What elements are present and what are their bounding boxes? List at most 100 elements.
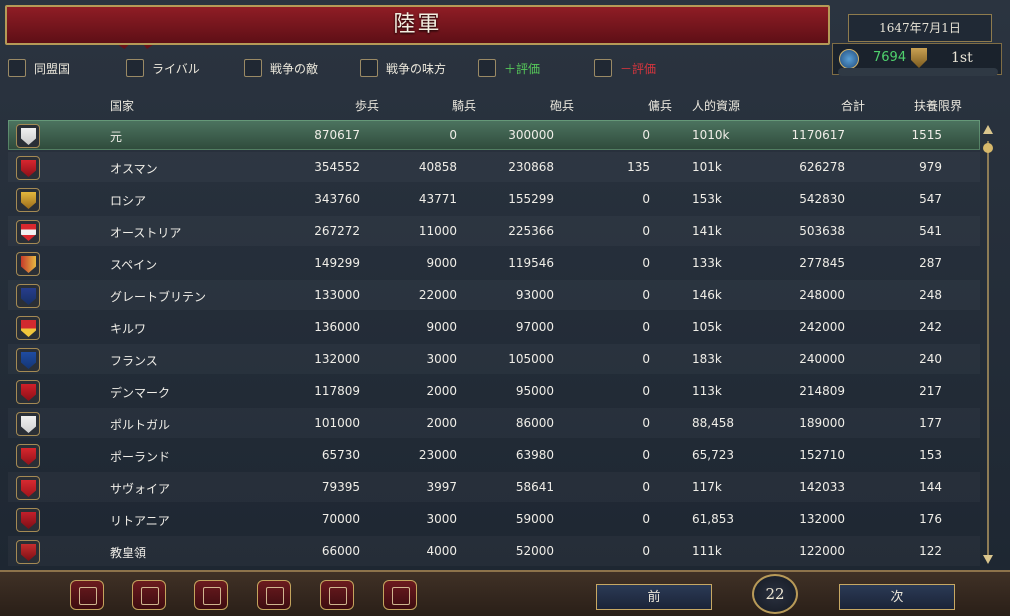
scroll-track[interactable] <box>987 141 989 561</box>
cell-country[interactable]: 教皇領 <box>110 544 146 561</box>
flag-button[interactable] <box>132 580 166 610</box>
cell-country[interactable]: グレートブリテン <box>110 288 206 305</box>
cell-total: 503638 <box>799 224 845 238</box>
filter-war-allies[interactable]: 戦争の味方 <box>360 56 446 80</box>
cell-infantry: 870617 <box>314 128 360 142</box>
positive-opinion-label: ＋評価 <box>504 61 541 76</box>
scroll-up-arrow-icon[interactable] <box>983 125 993 134</box>
flag-frame[interactable] <box>16 540 40 564</box>
table-row[interactable]: キルワ 136000 9000 97000 0 105k 242000 242 <box>8 312 980 342</box>
flag-frame[interactable] <box>16 156 40 180</box>
swords-icon <box>203 587 221 605</box>
cell-infantry: 136000 <box>314 320 360 334</box>
table-row[interactable]: オスマン 354552 40858 230868 135 101k 626278 979 <box>8 152 980 182</box>
flag-frame[interactable] <box>16 508 40 532</box>
filter-rivals[interactable]: ライバル <box>126 56 200 80</box>
header-country[interactable]: 国家 <box>110 97 134 114</box>
table-row[interactable]: オーストリア 267272 11000 225366 0 141k 503638 541 <box>8 216 980 246</box>
cell-country[interactable]: スペイン <box>110 256 157 273</box>
cell-country[interactable]: 元 <box>110 128 122 145</box>
cell-infantry: 132000 <box>314 352 360 366</box>
table-scrollbar[interactable] <box>980 123 996 568</box>
ledger-button[interactable] <box>70 580 104 610</box>
cell-country[interactable]: オスマン <box>110 160 158 177</box>
war-enemies-checkbox[interactable] <box>244 59 262 77</box>
cell-country[interactable]: デンマーク <box>110 384 170 401</box>
allies-checkbox[interactable] <box>8 59 26 77</box>
flag-frame[interactable] <box>16 476 40 500</box>
next-page-button[interactable]: 次 <box>839 584 955 610</box>
cell-country[interactable]: ポルトガル <box>110 416 170 433</box>
flag-frame[interactable] <box>16 412 40 436</box>
cell-country[interactable]: フランス <box>110 352 158 369</box>
cell-manpower: 117k <box>692 480 722 494</box>
flag-frame[interactable] <box>16 188 40 212</box>
table-row[interactable]: グレートブリテン 133000 22000 93000 0 146k 248000 248 <box>8 280 980 310</box>
table-row[interactable]: サヴォイア 79395 3997 58641 0 117k 142033 144 <box>8 472 980 502</box>
cell-total: 189000 <box>799 416 845 430</box>
scroll-down-arrow-icon[interactable] <box>983 555 993 564</box>
cell-country[interactable]: ロシア <box>110 192 146 209</box>
war-allies-checkbox[interactable] <box>360 59 378 77</box>
score-value: 7694 <box>873 50 907 65</box>
table-row[interactable]: フランス 132000 3000 105000 0 183k 240000 240 <box>8 344 980 374</box>
army-ledger-window: 陸軍 1647年7月1日 7694 1st 同盟国 ライバル 戦争の敵 戦争の味… <box>0 0 1010 616</box>
table-row[interactable]: 教皇領 66000 4000 52000 0 111k 122000 122 <box>8 536 980 566</box>
military-button[interactable] <box>194 580 228 610</box>
header-artillery[interactable]: 砲兵 <box>550 97 574 114</box>
cell-mercs: 0 <box>642 224 650 238</box>
flag-frame[interactable] <box>16 284 40 308</box>
positive-opinion-checkbox[interactable] <box>478 59 496 77</box>
cell-cavalry: 40858 <box>418 160 457 174</box>
header-mercenaries[interactable]: 傭兵 <box>648 97 672 114</box>
flag-frame[interactable] <box>16 348 40 372</box>
filter-negative-opinion[interactable]: －評価 <box>594 56 656 80</box>
table-row[interactable]: ロシア 343760 43771 155299 0 153k 542830 547 <box>8 184 980 214</box>
flag-frame[interactable] <box>16 444 40 468</box>
economy-button[interactable] <box>257 580 291 610</box>
cell-country[interactable]: キルワ <box>110 320 146 337</box>
cell-cavalry: 11000 <box>418 224 457 238</box>
flag-frame[interactable] <box>16 380 40 404</box>
ming-flag-icon <box>21 128 36 145</box>
header-total[interactable]: 合計 <box>841 97 865 114</box>
diplomacy-button[interactable] <box>383 580 417 610</box>
cell-cavalry: 23000 <box>418 448 457 462</box>
filter-positive-opinion[interactable]: ＋評価 <box>478 56 540 80</box>
flag-frame[interactable] <box>16 316 40 340</box>
table-row[interactable]: ポーランド 65730 23000 63980 0 65,723 152710 153 <box>8 440 980 470</box>
previous-page-button[interactable]: 前 <box>596 584 712 610</box>
cell-country[interactable]: リトアニア <box>110 512 170 529</box>
cell-manpower: 183k <box>692 352 722 366</box>
cell-country[interactable]: ポーランド <box>110 448 170 465</box>
lithuania-flag-icon <box>21 512 36 529</box>
cell-country[interactable]: サヴォイア <box>110 480 170 497</box>
header-force-limit[interactable]: 扶養限界 <box>914 97 962 114</box>
table-row[interactable]: 元 870617 0 300000 0 1010k 1170617 1515 <box>8 120 980 150</box>
cell-artillery: 93000 <box>515 288 554 302</box>
table-row[interactable]: リトアニア 70000 3000 59000 0 61,853 132000 176 <box>8 504 980 534</box>
negative-opinion-checkbox[interactable] <box>594 59 612 77</box>
cell-cavalry: 0 <box>449 128 457 142</box>
cell-manpower: 146k <box>692 288 722 302</box>
flag-frame[interactable] <box>16 220 40 244</box>
cell-country[interactable]: オーストリア <box>110 224 181 241</box>
table-row[interactable]: デンマーク 117809 2000 95000 0 113k 214809 217 <box>8 376 980 406</box>
header-manpower[interactable]: 人的資源 <box>692 97 740 114</box>
flag-frame[interactable] <box>16 124 40 148</box>
header-infantry[interactable]: 歩兵 <box>355 97 379 114</box>
trade-button[interactable] <box>320 580 354 610</box>
rivals-checkbox[interactable] <box>126 59 144 77</box>
filter-allies[interactable]: 同盟国 <box>8 56 70 80</box>
scroll-thumb[interactable] <box>983 143 993 153</box>
table-row[interactable]: スペイン 149299 9000 119546 0 133k 277845 287 <box>8 248 980 278</box>
rivals-label: ライバル <box>152 61 200 76</box>
cell-manpower: 133k <box>692 256 722 270</box>
flag-frame[interactable] <box>16 252 40 276</box>
filter-war-enemies[interactable]: 戦争の敵 <box>244 56 318 80</box>
header-cavalry[interactable]: 騎兵 <box>452 97 476 114</box>
table-row[interactable]: ポルトガル 101000 2000 86000 0 88,458 189000 177 <box>8 408 980 438</box>
papal-state-flag-icon <box>21 544 36 561</box>
cell-limit: 541 <box>919 224 942 238</box>
cell-cavalry: 9000 <box>426 320 457 334</box>
